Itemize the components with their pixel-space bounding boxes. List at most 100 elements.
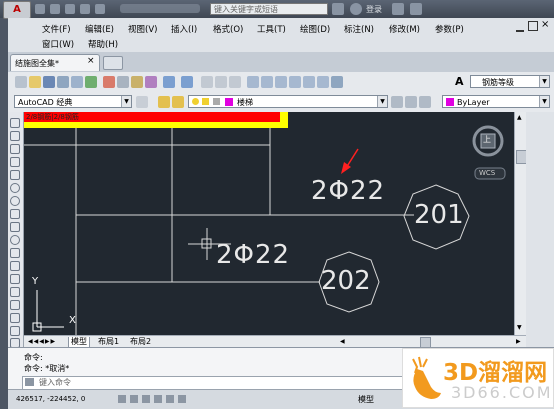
sheet-set-icon[interactable] [289, 76, 301, 88]
ellipse-arc-icon[interactable] [10, 248, 20, 258]
spline-icon[interactable] [10, 222, 20, 232]
menu-draw[interactable]: 绘图(D) [300, 23, 330, 35]
text-style-dropdown[interactable]: 钢筋等级 ▼ [470, 75, 550, 88]
new-tab-button[interactable] [103, 56, 123, 70]
zoom-previous-icon[interactable] [229, 76, 241, 88]
menu-window[interactable]: 窗口(W) [42, 38, 74, 50]
open-icon[interactable] [50, 4, 60, 14]
make-block-icon[interactable] [10, 274, 20, 284]
command-input[interactable]: 键入命令 [22, 376, 410, 390]
line-icon[interactable] [10, 118, 20, 128]
drawing-canvas[interactable]: 2/8钢筋|2/8钢筋 2Φ22 2Φ22 201 202 Y X 上 WCS [24, 112, 514, 335]
new-icon[interactable] [35, 4, 45, 14]
menu-insert[interactable]: 插入(I) [171, 23, 197, 35]
redo-icon[interactable] [181, 76, 193, 88]
insert-block-icon[interactable] [10, 261, 20, 271]
autocad-logo-icon[interactable]: A [3, 1, 31, 19]
layer-previous-icon[interactable] [405, 96, 417, 108]
menu-edit[interactable]: 编辑(E) [85, 23, 114, 35]
chevron-down-icon[interactable]: ▼ [539, 96, 549, 107]
match-properties-icon[interactable] [145, 76, 157, 88]
workspace-dropdown[interactable]: AutoCAD 经典 ▼ [14, 95, 132, 108]
circle-icon[interactable] [10, 196, 20, 206]
tab-layout2[interactable]: 布局2 [128, 337, 153, 347]
polygon-icon[interactable] [10, 157, 20, 167]
region-icon[interactable] [10, 326, 20, 336]
polar-icon[interactable] [166, 395, 174, 403]
close-icon[interactable]: × [541, 19, 549, 30]
markup-icon[interactable] [303, 76, 315, 88]
make-current-icon[interactable] [391, 96, 403, 108]
menu-file[interactable]: 文件(F) [42, 23, 71, 35]
model-space-label[interactable]: 模型 [358, 394, 374, 405]
search-icon[interactable] [332, 3, 344, 15]
layer-states-icon[interactable] [172, 96, 184, 108]
menu-format[interactable]: 格式(O) [213, 23, 243, 35]
menu-parametric[interactable]: 参数(P) [435, 23, 464, 35]
layer-manager-icon[interactable] [158, 96, 170, 108]
polyline-icon[interactable] [10, 144, 20, 154]
menu-tools[interactable]: 工具(T) [257, 23, 286, 35]
color-dropdown[interactable]: ByLayer ▼ [442, 95, 550, 108]
paste-icon[interactable] [131, 76, 143, 88]
signin-link[interactable]: 登录 [366, 4, 382, 15]
scroll-down-icon[interactable]: ▼ [517, 324, 522, 331]
undo-icon[interactable] [163, 76, 175, 88]
hatch-icon[interactable] [10, 300, 20, 310]
save-icon[interactable] [43, 76, 55, 88]
ellipse-icon[interactable] [10, 235, 20, 245]
rectangle-icon[interactable] [10, 170, 20, 180]
preview-icon[interactable] [71, 76, 83, 88]
design-center-icon[interactable] [261, 76, 273, 88]
search-input[interactable]: 键入关键字或短语 [210, 3, 328, 15]
tool-palettes-icon[interactable] [275, 76, 287, 88]
grid-icon[interactable] [142, 395, 150, 403]
settings-icon[interactable] [136, 96, 148, 108]
tab-close-icon[interactable]: × [87, 56, 95, 66]
chevron-down-icon[interactable]: ▼ [377, 96, 387, 107]
publish-icon[interactable] [85, 76, 97, 88]
scroll-left-icon[interactable]: ◀ [340, 338, 345, 345]
scroll-right-icon[interactable]: ▶ [516, 338, 521, 345]
zoom-icon[interactable] [215, 76, 227, 88]
layers-toolbar: AutoCAD 经典 ▼ 楼梯 ▼ ByLayer ▼ [8, 92, 554, 113]
layer-isolate-icon[interactable] [419, 96, 431, 108]
menu-view[interactable]: 视图(V) [128, 23, 157, 35]
ortho-icon[interactable] [154, 395, 162, 403]
arc-icon[interactable] [10, 183, 20, 193]
chevron-down-icon[interactable]: ▼ [539, 76, 549, 87]
osnap-icon[interactable] [178, 395, 186, 403]
construction-line-icon[interactable] [10, 131, 20, 141]
layer-dropdown[interactable]: 楼梯 ▼ [188, 95, 388, 108]
gradient-icon[interactable] [10, 313, 20, 323]
menu-modify[interactable]: 修改(M) [389, 23, 420, 35]
infer-constraints-icon[interactable] [118, 395, 126, 403]
tab-nav-icons[interactable]: ◀◀◀▶▶ [28, 338, 56, 345]
chevron-down-icon[interactable]: ▼ [121, 96, 131, 107]
copy-icon[interactable] [117, 76, 129, 88]
pan-icon[interactable] [201, 76, 213, 88]
point-icon[interactable] [10, 287, 20, 297]
save-icon[interactable] [65, 4, 75, 14]
tab-layout1[interactable]: 布局1 [96, 337, 121, 347]
snap-icon[interactable] [130, 395, 138, 403]
redo-icon[interactable] [95, 4, 105, 14]
menu-dimension[interactable]: 标注(N) [344, 23, 374, 35]
exchange-icon[interactable] [392, 3, 404, 15]
properties-icon[interactable] [247, 76, 259, 88]
revision-cloud-icon[interactable] [10, 209, 20, 219]
help-icon[interactable] [331, 76, 343, 88]
new-icon[interactable] [15, 76, 27, 88]
cut-icon[interactable] [103, 76, 115, 88]
restore-icon[interactable] [528, 21, 538, 31]
user-icon[interactable] [350, 3, 362, 15]
menu-help[interactable]: 帮助(H) [88, 38, 118, 50]
calculator-icon[interactable] [317, 76, 329, 88]
plot-icon[interactable] [57, 76, 69, 88]
tab-document[interactable]: 结施图全集* × [10, 54, 100, 71]
help-icon[interactable] [410, 3, 422, 15]
undo-icon[interactable] [80, 4, 90, 14]
open-icon[interactable] [29, 76, 41, 88]
scroll-up-icon[interactable]: ▲ [517, 114, 522, 121]
minimize-icon[interactable] [516, 22, 524, 32]
